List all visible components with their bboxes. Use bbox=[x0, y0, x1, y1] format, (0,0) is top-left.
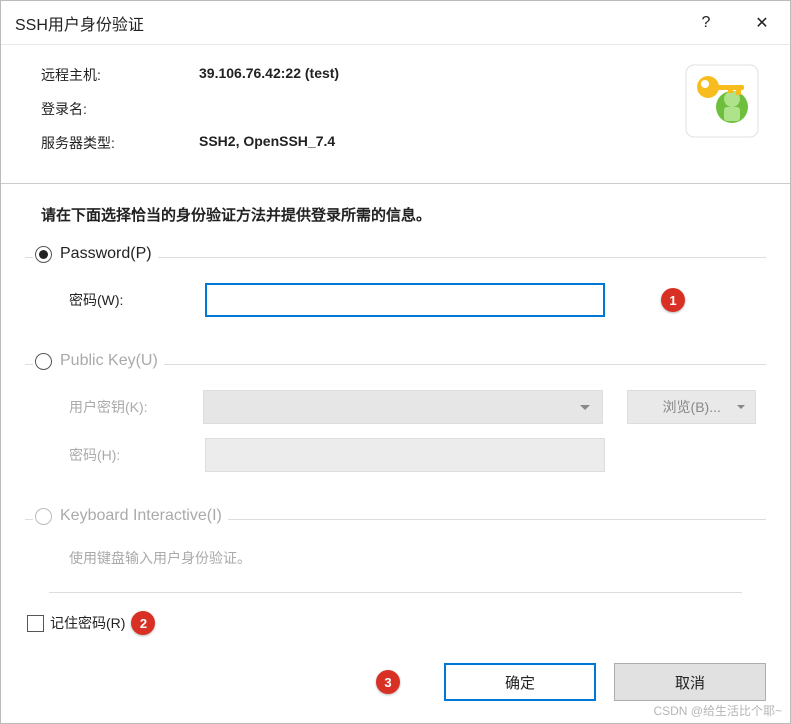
keyboard-radio bbox=[35, 508, 52, 525]
publickey-radio-label: Public Key(U) bbox=[60, 352, 158, 370]
publickey-radio-row[interactable]: Public Key(U) bbox=[33, 352, 164, 370]
help-button[interactable]: ? bbox=[678, 1, 734, 45]
host-value: 39.106.76.42:22 (test) bbox=[199, 65, 339, 85]
keyboard-radio-row: Keyboard Interactive(I) bbox=[33, 507, 228, 525]
userkey-combo bbox=[203, 390, 603, 424]
userkey-label: 用户密钥(K): bbox=[49, 397, 203, 417]
close-button[interactable]: ✕ bbox=[734, 1, 790, 45]
dialog-window: SSH用户身份验证 ? ✕ 远程主机: 39.106.76.42:22 (tes… bbox=[0, 0, 791, 724]
key-password-input bbox=[205, 438, 605, 472]
cancel-button[interactable]: 取消 bbox=[614, 663, 766, 701]
instruction-text: 请在下面选择恰当的身份验证方法并提供登录所需的信息。 bbox=[1, 184, 790, 239]
login-label: 登录名: bbox=[41, 99, 199, 119]
auth-icon bbox=[684, 63, 760, 139]
watermark: CSDN @给生活比个耶~ bbox=[653, 702, 782, 719]
password-radio[interactable] bbox=[35, 246, 52, 263]
browse-button: 浏览(B)... bbox=[627, 390, 756, 424]
keyboard-group: Keyboard Interactive(I) 使用键盘输入用户身份验证。 bbox=[25, 519, 766, 592]
publickey-radio[interactable] bbox=[35, 353, 52, 370]
remember-label: 记住密码(R) bbox=[50, 613, 125, 633]
cancel-button-label: 取消 bbox=[675, 672, 705, 693]
server-type-value: SSH2, OpenSSH_7.4 bbox=[199, 133, 335, 153]
annotation-1: 1 bbox=[661, 288, 685, 312]
password-radio-row[interactable]: Password(P) bbox=[33, 245, 158, 263]
auth-methods: Password(P) 密码(W): 1 Public Key(U) 用户密钥(… bbox=[1, 257, 790, 593]
keyboard-hint: 使用键盘输入用户身份验证。 bbox=[49, 544, 756, 576]
ok-button-label: 确定 bbox=[505, 672, 535, 693]
key-password-label: 密码(H): bbox=[49, 445, 205, 465]
annotation-2: 2 bbox=[131, 611, 155, 635]
password-input[interactable] bbox=[205, 283, 605, 317]
ok-button[interactable]: 确定 bbox=[444, 663, 596, 701]
button-row: 3 确定 取消 bbox=[376, 663, 766, 701]
keyboard-radio-label: Keyboard Interactive(I) bbox=[60, 507, 222, 525]
password-field-label: 密码(W): bbox=[49, 290, 205, 310]
titlebar: SSH用户身份验证 ? ✕ bbox=[1, 1, 790, 45]
remember-row[interactable]: 记住密码(R) 2 bbox=[1, 593, 790, 635]
password-group: Password(P) 密码(W): 1 bbox=[25, 257, 766, 346]
server-type-label: 服务器类型: bbox=[41, 133, 199, 153]
annotation-3: 3 bbox=[376, 670, 400, 694]
dialog-title: SSH用户身份验证 bbox=[15, 11, 678, 35]
connection-info: 远程主机: 39.106.76.42:22 (test) 登录名: 服务器类型:… bbox=[1, 45, 790, 183]
password-radio-label: Password(P) bbox=[60, 245, 152, 263]
host-label: 远程主机: bbox=[41, 65, 199, 85]
remember-checkbox[interactable] bbox=[27, 615, 44, 632]
publickey-group: Public Key(U) 用户密钥(K): 浏览(B)... 密码(H): bbox=[25, 364, 766, 501]
browse-button-label: 浏览(B)... bbox=[663, 397, 721, 417]
